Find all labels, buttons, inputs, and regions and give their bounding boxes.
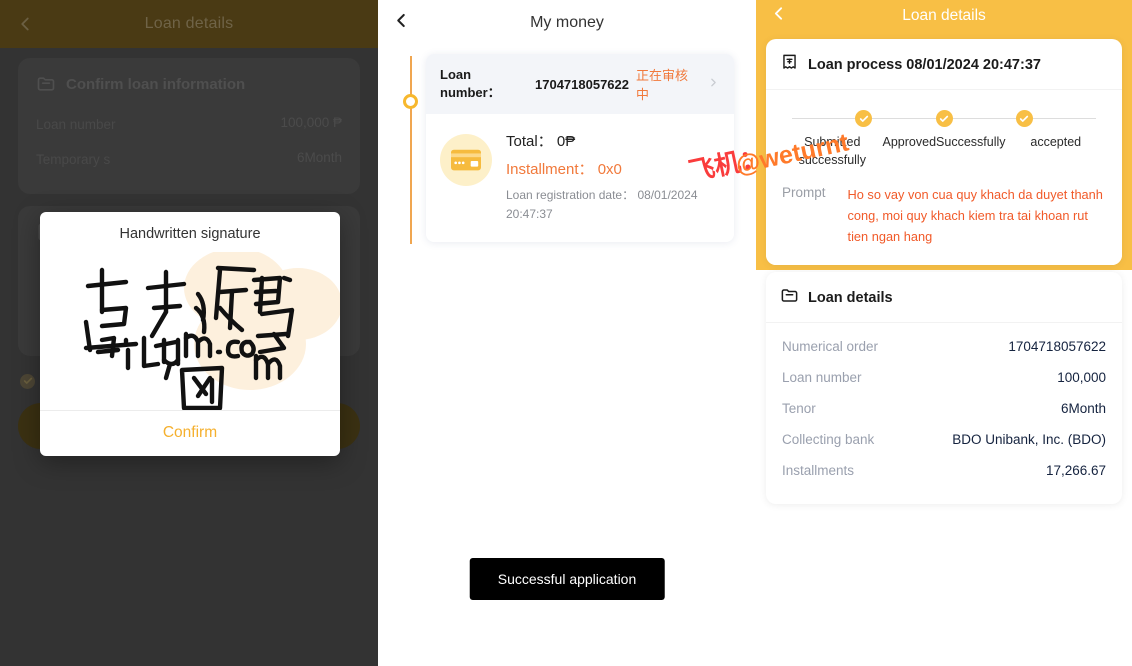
row-key: Loan number — [36, 117, 116, 132]
timeline — [401, 56, 421, 244]
card-title: Loan details — [808, 289, 893, 306]
total-label: Total： — [506, 133, 553, 150]
left-panel-header: Loan details — [0, 0, 378, 48]
loan-process-card: Loan process 08/01/2024 20:47:37 Submitt… — [766, 39, 1122, 266]
screenshot-stage: Loan details Confirm loan information Lo… — [0, 0, 1132, 666]
timeline-line — [410, 56, 412, 244]
signature-canvas[interactable] — [40, 252, 340, 410]
card-header[interactable]: Loan number： 1704718057622 正在审核中 — [426, 54, 734, 114]
toast-text: Successful application — [497, 571, 637, 587]
row-key: Loan number — [782, 370, 862, 386]
mid-panel-my-money: My money Loan number： 1704718057622 正在审核… — [378, 0, 756, 666]
modal-title: Handwritten signature — [119, 226, 261, 242]
total-value: 0₱ — [556, 133, 576, 150]
prompt-label: Prompt — [782, 185, 826, 201]
row-value: 6Month — [296, 149, 342, 165]
credit-card-icon — [440, 134, 492, 186]
chevron-right-icon[interactable] — [707, 76, 720, 92]
row-value: 1704718057622 — [1008, 339, 1106, 355]
step-connector — [952, 117, 1016, 120]
handwritten-signature-modal: Handwritten signature Confirm — [40, 212, 340, 456]
steps-labels: Submitted successfully ApprovedSuccessfu… — [782, 133, 1106, 169]
step-label-approved: ApprovedSuccessfully — [882, 135, 1006, 149]
table-row: Numerical order 1704718057622 — [782, 331, 1106, 362]
card-header: Loan details — [766, 272, 1122, 324]
step-label-accepted: accepted — [1030, 135, 1082, 149]
check-circle-icon — [935, 110, 953, 127]
installment-row: Installment： 0x0 — [506, 158, 720, 186]
left-panel-loan-confirm: Loan details Confirm loan information Lo… — [0, 0, 378, 666]
toast-notification: Successful application — [469, 558, 665, 600]
row-value: 100,000 — [1057, 370, 1106, 386]
registration-date-row: Loan registration date： 08/01/2024 20:47… — [506, 186, 720, 224]
right-panel-loan-details: Loan details Loan process 08/01/2024 20:… — [756, 0, 1132, 666]
check-circle-icon[interactable] — [20, 373, 35, 389]
row-key: Numerical order — [782, 339, 879, 355]
installment-value: 0x0 — [597, 161, 622, 178]
confirm-loan-information-card: Confirm loan information Loan number 100… — [18, 58, 360, 194]
table-row: Installments 17,266.67 — [782, 455, 1106, 486]
right-panel-header: Loan details — [756, 0, 1132, 32]
progress-steps: Submitted successfully ApprovedSuccessfu… — [766, 90, 1122, 175]
loan-details-card: Loan details Numerical order 17047180576… — [766, 272, 1122, 505]
loan-record-card[interactable]: Loan number： 1704718057622 正在审核中 Total： … — [426, 54, 734, 243]
detail-rows: Numerical order 1704718057622 Loan numbe… — [766, 323, 1122, 504]
table-row: Tenor 6Month — [782, 393, 1106, 424]
row-key: Temporary s — [36, 151, 111, 167]
confirm-button[interactable]: Confirm — [40, 411, 340, 456]
row-value: 17,266.67 — [1045, 463, 1106, 479]
row-key: Collecting bank — [782, 432, 875, 448]
check-circle-icon — [1015, 110, 1033, 127]
steps-track — [782, 110, 1106, 127]
receipt-icon — [780, 53, 799, 76]
total-row: Total： 0₱ — [506, 130, 720, 158]
row-key: Tenor — [782, 401, 816, 417]
card-body: Total： 0₱ Installment： 0x0 Loan registra… — [426, 114, 734, 242]
table-row: Loan number 100,000 — [782, 362, 1106, 393]
back-icon[interactable] — [14, 13, 36, 35]
folder-icon — [780, 286, 799, 309]
date-label: Loan registration date： — [506, 188, 635, 202]
card-text-lines: Total： 0₱ Installment： 0x0 Loan registra… — [506, 130, 720, 224]
step-connector — [1032, 117, 1096, 120]
card-title: Confirm loan information — [66, 75, 246, 93]
step-label-submitted: Submitted successfully — [798, 135, 866, 168]
mid-panel-header: My money — [378, 0, 756, 46]
page-title: Loan details — [902, 7, 986, 24]
page-title: Loan details — [144, 15, 234, 32]
folder-icon — [36, 74, 56, 94]
loan-number-label: Loan number： — [440, 67, 501, 100]
loan-number-row: Loan number 100,000 ₱ — [36, 108, 342, 143]
back-icon[interactable] — [390, 10, 412, 37]
prompt-row: Prompt Ho so vay von cua quy khach da du… — [766, 175, 1122, 266]
card-header: Confirm loan information — [36, 74, 342, 108]
card-title: Loan process 08/01/2024 20:47:37 — [808, 56, 1041, 73]
step-connector — [872, 117, 936, 120]
timeline-dot — [403, 94, 418, 109]
page-title: My money — [530, 14, 604, 31]
loan-number-value: 1704718057622 — [535, 76, 629, 92]
signature-ink — [83, 265, 295, 410]
row-value: 6Month — [1060, 401, 1106, 417]
status-badge: 正在审核中 — [636, 68, 689, 102]
tenor-row: Temporary s 6Month — [36, 143, 342, 178]
table-row: Collecting bank BDO Unibank, Inc. (BDO) — [782, 424, 1106, 455]
step-connector — [792, 117, 856, 120]
row-key: Installments — [782, 463, 855, 479]
back-icon[interactable] — [768, 3, 789, 29]
mid-panel-body: Loan number： 1704718057622 正在审核中 Total： … — [378, 54, 756, 244]
check-circle-icon — [855, 110, 873, 127]
row-value: 100,000 ₱ — [280, 115, 342, 130]
card-header: Loan process 08/01/2024 20:47:37 — [766, 39, 1122, 90]
installment-label: Installment： — [506, 161, 594, 178]
row-value: BDO Unibank, Inc. (BDO) — [952, 432, 1106, 448]
prompt-text: Ho so vay von cua quy khach da duyet tha… — [847, 187, 1103, 244]
